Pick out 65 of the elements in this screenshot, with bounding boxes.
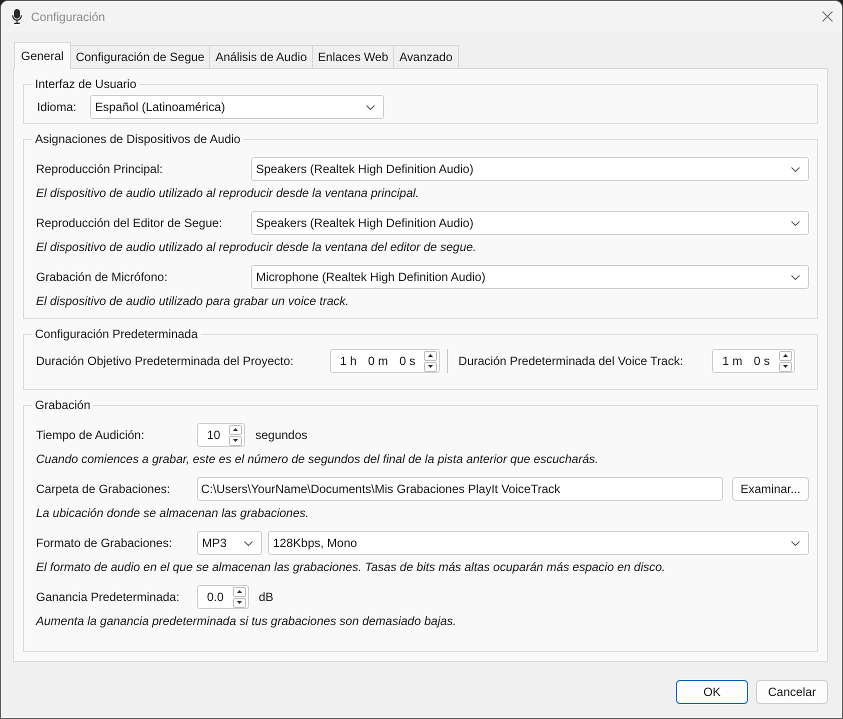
chevron-down-icon [366, 104, 375, 110]
caret-up-icon [428, 354, 434, 357]
caret-down-icon [233, 439, 238, 442]
folder-path-field[interactable]: C:\Users\YourName\Documents\Mis Grabaciones PlayIt VoiceTrack [197, 477, 723, 501]
tab[interactable]: General [14, 42, 71, 69]
dropdown[interactable]: Speakers (Realtek High Definition Audio) [251, 211, 809, 235]
field-description: Cuando comiences a grabar, este es el número de segundos del final de la pista anterior que escucharás. [36, 451, 600, 467]
caret-up-icon [236, 590, 242, 593]
field-label: Reproducción del Editor de Segue: [36, 215, 224, 232]
dropdown[interactable]: MP3 [197, 531, 262, 555]
dialog-button[interactable]: Cancelar [756, 680, 828, 704]
dialog-button[interactable]: OK [676, 680, 748, 704]
caret-down-icon [236, 601, 242, 604]
caret-up-icon [782, 354, 788, 357]
field-label: Duración Objetivo Predeterminada del Proyecto: [36, 353, 294, 370]
chevron-down-icon [791, 274, 800, 280]
dropdown[interactable]: Speakers (Realtek High Definition Audio) [251, 157, 809, 181]
spin-up-button[interactable] [232, 586, 246, 596]
number-spinner[interactable]: 10 [197, 423, 246, 447]
dropdown[interactable]: Español (Latinoamérica) [90, 95, 384, 119]
close-button[interactable] [822, 11, 833, 22]
spin-down-button[interactable] [778, 362, 792, 372]
field-description: La ubicación donde se almacenan las grabaciones. [36, 505, 310, 521]
field-description: El dispositivo de audio utilizado al reproducir desde la ventana principal. [36, 185, 420, 201]
close-icon [822, 11, 833, 22]
chevron-down-icon [791, 220, 800, 226]
spin-down-button[interactable] [229, 436, 242, 446]
chevron-down-icon [791, 540, 800, 546]
tab[interactable]: Avanzado [393, 45, 459, 68]
field-label: Formato de Grabaciones: [36, 535, 174, 552]
duration-spinner[interactable]: 1 h 0 m 0 s [330, 349, 440, 373]
spin-down-button[interactable] [424, 362, 438, 372]
group-title: Asignaciones de Dispositivos de Audio [34, 132, 242, 147]
field-label: Reproducción Principal: [36, 161, 164, 178]
spin-down-button[interactable] [232, 598, 246, 608]
microphone-icon [12, 9, 22, 24]
dropdown[interactable]: 128Kbps, Mono [268, 531, 809, 555]
field-description: El dispositivo de audio utilizado al reproducir desde la ventana del editor de segue. [36, 239, 478, 255]
spin-up-button[interactable] [229, 424, 242, 434]
caret-down-icon [428, 365, 434, 368]
field-label: Idioma: [37, 99, 78, 116]
field-description: El dispositivo de audio utilizado para grabar un voice track. [36, 293, 350, 309]
field-label: Ganancia Predeterminada: [36, 589, 180, 606]
window-title: Configuración [31, 8, 106, 26]
field-label: Tiempo de Audición: [36, 427, 146, 444]
group-title: Interfaz de Usuario [34, 77, 138, 92]
spin-up-button[interactable] [424, 350, 438, 360]
browse-button[interactable]: Examinar... [732, 477, 809, 501]
field-description: El formato de audio en el que se almacenan las grabaciones. Tasas de bits más altas ocuparán más espacio en disco. [36, 559, 666, 575]
group-title: Configuración Predeterminada [34, 327, 199, 342]
field-label: Grabación de Micrófono: [36, 269, 168, 286]
unit-label: segundos [255, 427, 308, 444]
field-description: Aumenta la ganancia predeterminada si tus grabaciones son demasiado bajas. [36, 613, 458, 629]
group-title: Grabación [34, 398, 92, 413]
field-label: Carpeta de Grabaciones: [36, 481, 172, 498]
unit-label: dB [258, 589, 274, 606]
caret-down-icon [782, 365, 788, 368]
duration-spinner[interactable]: 1 m 0 s [712, 349, 795, 373]
field-label: Duración Predeterminada del Voice Track: [458, 353, 684, 370]
dropdown[interactable]: Microphone (Realtek High Definition Audio) [251, 265, 809, 289]
spin-up-button[interactable] [778, 350, 792, 360]
caret-up-icon [233, 428, 238, 431]
number-spinner[interactable]: 0.0 [197, 585, 249, 609]
chevron-down-icon [244, 540, 253, 546]
chevron-down-icon [791, 166, 800, 172]
